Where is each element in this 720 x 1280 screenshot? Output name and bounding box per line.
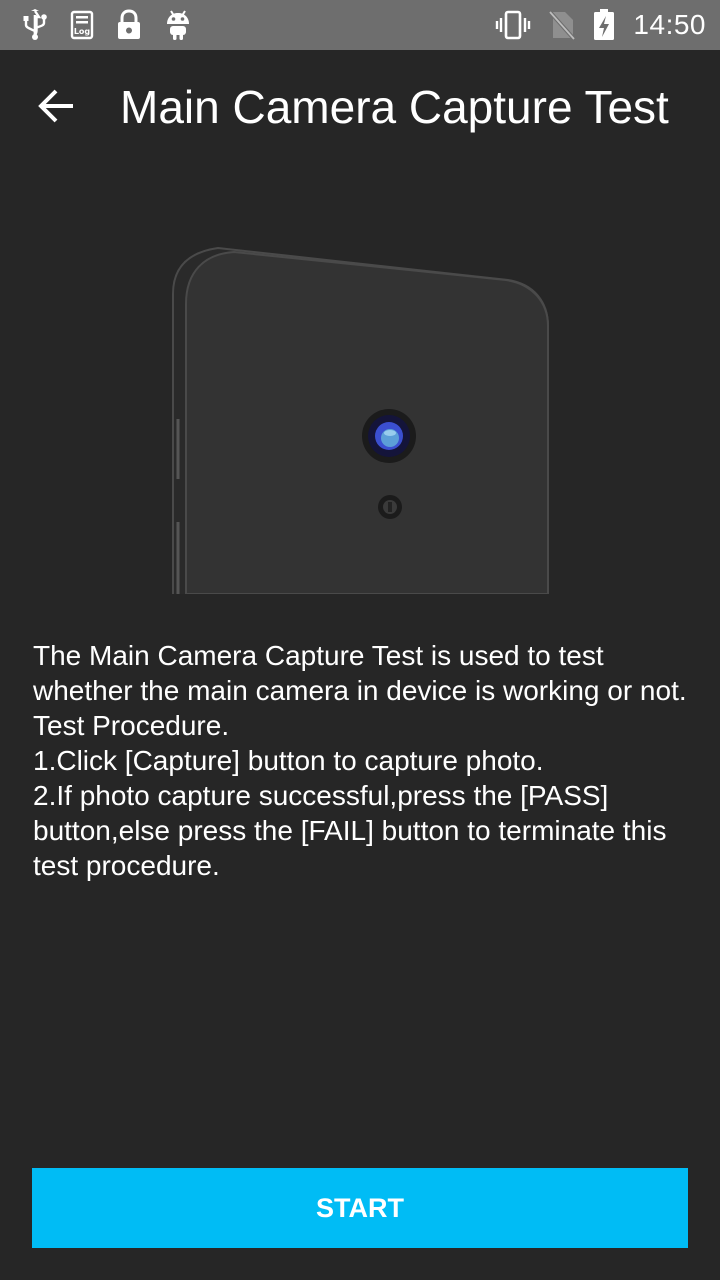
description-step-1: 1.Click [Capture] button to capture phot… [33,745,544,776]
description-procedure-heading: Test Procedure. [33,710,230,741]
lock-icon [116,9,142,41]
status-time: 14:50 [633,9,706,40]
log-icon: Log [70,10,94,40]
arrow-back-icon [37,88,75,129]
svg-text:Log: Log [74,27,91,36]
battery-charging-icon [593,9,615,41]
description-intro: The Main Camera Capture Test is used to … [33,640,687,706]
description-step-2: 2.If photo capture successful,press the … [33,780,667,881]
status-left-icons: Log [22,8,192,42]
start-button[interactable]: START [32,1168,688,1248]
no-sim-icon [549,10,576,40]
status-bar: Log 14:50 [0,0,720,50]
vibrate-icon [495,10,531,40]
app-bar: Main Camera Capture Test [0,50,720,165]
status-right-icons: 14:50 [495,8,706,42]
page-title: Main Camera Capture Test [120,81,669,133]
test-description: The Main Camera Capture Test is used to … [33,638,693,883]
back-button[interactable] [30,82,82,134]
usb-icon [22,9,48,41]
android-icon [164,9,192,41]
phone-back-camera-icon [168,244,554,595]
